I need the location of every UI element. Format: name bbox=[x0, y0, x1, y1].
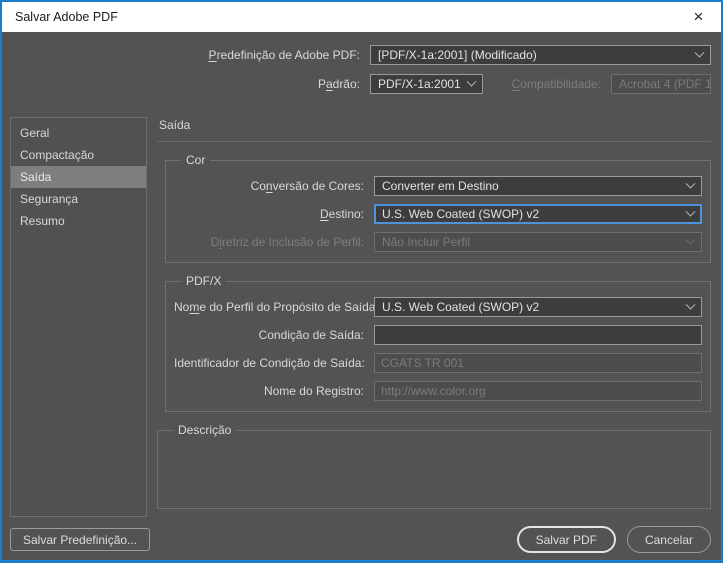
compatibility-select: Acrobat 4 (PDF 1.3) bbox=[611, 74, 711, 94]
panel-title: Saída bbox=[157, 117, 711, 142]
sections-list: Geral Compactação Saída Segurança Resumo bbox=[10, 117, 147, 517]
label-part: retriz de Inclusão de Perfil: bbox=[222, 235, 364, 249]
save-preset-button[interactable]: Salvar Predefinição... bbox=[10, 528, 150, 551]
standard-label: Padrão: bbox=[10, 77, 360, 91]
label-part: P bbox=[318, 77, 326, 91]
selected-value: [PDF/X-1a:2001] (Modificado) bbox=[378, 48, 537, 62]
label-part: e do Perfil do Propósito de Saída: bbox=[199, 300, 378, 314]
preset-label: Predefinição de Adobe PDF: bbox=[10, 48, 360, 62]
pdfx-group: PDF/X Nome do Perfil do Propósito de Saí… bbox=[165, 274, 711, 412]
selected-value: Converter em Destino bbox=[382, 179, 499, 193]
selected-value: U.S. Web Coated (SWOP) v2 bbox=[382, 300, 539, 314]
selected-value: PDF/X-1a:2001 bbox=[378, 77, 461, 91]
profile-inclusion-label: Diretriz de Inclusão de Perfil: bbox=[174, 235, 364, 249]
selected-value: U.S. Web Coated (SWOP) v2 bbox=[382, 207, 539, 221]
compatibility-label: Compatibilidade: bbox=[491, 77, 601, 91]
output-condition-id-label: Identificador de Condição de Saída: bbox=[174, 356, 364, 370]
selected-value: Acrobat 4 (PDF 1.3) bbox=[619, 77, 711, 91]
color-conversion-row: Conversão de Cores: Converter em Destino bbox=[174, 176, 702, 196]
sidebar-item-compactacao[interactable]: Compactação bbox=[11, 144, 146, 166]
label-mnemonic: m bbox=[189, 300, 199, 314]
sidebar-item-saida[interactable]: Saída bbox=[11, 166, 146, 188]
output-intent-profile-row: Nome do Perfil do Propósito de Saída: U.… bbox=[174, 297, 702, 317]
standard-select[interactable]: PDF/X-1a:2001 bbox=[370, 74, 483, 94]
selected-value: Não Incluir Perfil bbox=[382, 235, 470, 249]
main-area: Geral Compactação Saída Segurança Resumo… bbox=[2, 103, 721, 517]
output-condition-row: Condição de Saída: bbox=[174, 325, 702, 345]
label-mnemonic: n bbox=[266, 179, 273, 193]
destination-label: Destino: bbox=[174, 207, 364, 221]
sidebar-item-seguranca[interactable]: Segurança bbox=[11, 188, 146, 210]
registry-name-input bbox=[374, 381, 702, 401]
preset-row: Predefinição de Adobe PDF: [PDF/X-1a:200… bbox=[10, 45, 711, 65]
output-panel: Saída Cor Conversão de Cores: Converter … bbox=[157, 117, 711, 517]
color-group: Cor Conversão de Cores: Converter em Des… bbox=[165, 153, 711, 263]
label-part: redefinição de Adobe PDF: bbox=[217, 48, 360, 62]
label-part: drão: bbox=[333, 77, 360, 91]
profile-inclusion-select: Não Incluir Perfil bbox=[374, 232, 702, 252]
standard-row: Padrão: PDF/X-1a:2001 Compatibilidade: A… bbox=[10, 74, 711, 94]
color-group-legend: Cor bbox=[181, 153, 210, 167]
description-group: Descrição bbox=[157, 423, 711, 509]
output-condition-id-row: Identificador de Condição de Saída: bbox=[174, 353, 702, 373]
dialog-title: Salvar Adobe PDF bbox=[15, 10, 118, 24]
label-part: versão de Cores: bbox=[273, 179, 364, 193]
pdfx-group-legend: PDF/X bbox=[181, 274, 226, 288]
profile-inclusion-row: Diretriz de Inclusão de Perfil: Não Incl… bbox=[174, 232, 702, 252]
cancel-button[interactable]: Cancelar bbox=[627, 526, 711, 553]
footer-bar: Salvar Predefinição... Salvar PDF Cancel… bbox=[10, 526, 711, 553]
label-part: ompatibilidade: bbox=[520, 77, 601, 91]
color-conversion-select[interactable]: Converter em Destino bbox=[374, 176, 702, 196]
description-group-legend: Descrição bbox=[173, 423, 236, 437]
label-mnemonic: D bbox=[320, 207, 329, 221]
registry-name-row: Nome do Registro: bbox=[174, 381, 702, 401]
sidebar-item-geral[interactable]: Geral bbox=[11, 122, 146, 144]
destination-select[interactable]: U.S. Web Coated (SWOP) v2 bbox=[374, 204, 702, 224]
registry-name-label: Nome do Registro: bbox=[174, 384, 364, 398]
output-intent-profile-label: Nome do Perfil do Propósito de Saída: bbox=[174, 300, 364, 314]
close-icon: × bbox=[694, 7, 704, 27]
save-adobe-pdf-dialog: Salvar Adobe PDF × Predefinição de Adobe… bbox=[0, 0, 723, 563]
chevron-down-icon bbox=[467, 76, 477, 86]
output-condition-label: Condição de Saída: bbox=[174, 328, 364, 342]
output-condition-id-input bbox=[374, 353, 702, 373]
save-pdf-button[interactable]: Salvar PDF bbox=[517, 526, 616, 553]
sidebar-item-resumo[interactable]: Resumo bbox=[11, 210, 146, 232]
destination-row: Destino: U.S. Web Coated (SWOP) v2 bbox=[174, 204, 702, 224]
label-part: Co bbox=[251, 179, 266, 193]
title-bar: Salvar Adobe PDF × bbox=[2, 2, 721, 32]
label-mnemonic: P bbox=[209, 48, 217, 62]
label-part: No bbox=[174, 300, 189, 314]
chevron-down-icon bbox=[686, 178, 696, 188]
chevron-down-icon bbox=[686, 206, 696, 216]
label-part: estino: bbox=[329, 207, 364, 221]
chevron-down-icon bbox=[686, 234, 696, 244]
output-intent-profile-select[interactable]: U.S. Web Coated (SWOP) v2 bbox=[374, 297, 702, 317]
chevron-down-icon bbox=[695, 47, 705, 57]
preset-section: Predefinição de Adobe PDF: [PDF/X-1a:200… bbox=[2, 32, 721, 94]
close-button[interactable]: × bbox=[676, 2, 721, 32]
label-part: D bbox=[211, 235, 220, 249]
label-mnemonic: C bbox=[512, 77, 521, 91]
preset-select[interactable]: [PDF/X-1a:2001] (Modificado) bbox=[370, 45, 711, 65]
chevron-down-icon bbox=[686, 299, 696, 309]
color-conversion-label: Conversão de Cores: bbox=[174, 179, 364, 193]
output-condition-input[interactable] bbox=[374, 325, 702, 345]
label-mnemonic: a bbox=[326, 77, 333, 91]
